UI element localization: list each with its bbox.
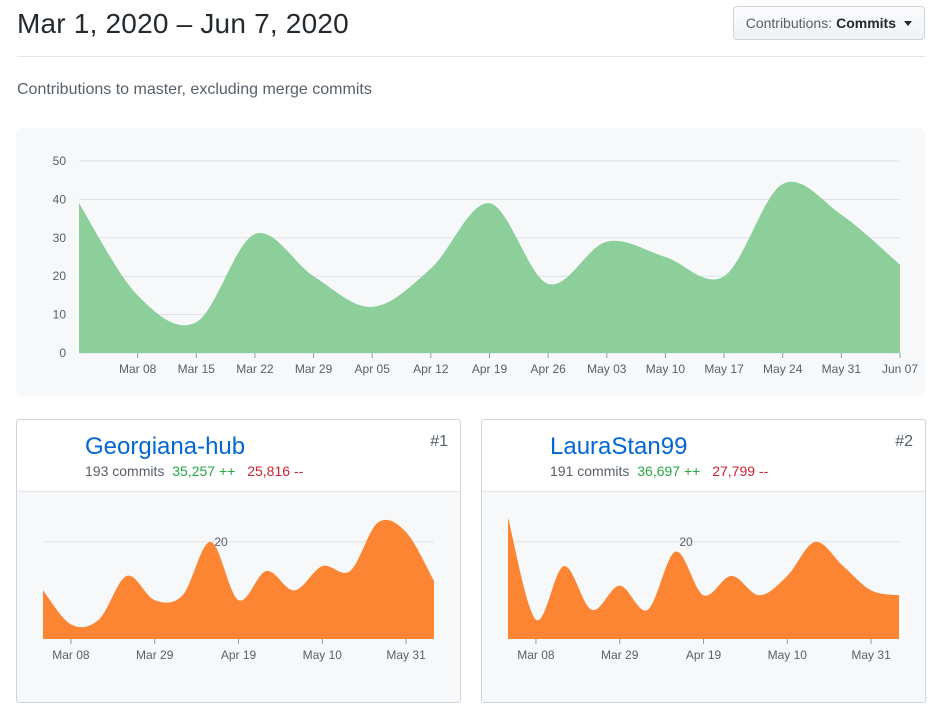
y-tick-label: 0 bbox=[59, 346, 66, 360]
contributor-stats: 191 commits 36,697 ++ 27,799 -- bbox=[550, 463, 768, 479]
contributor-card-header: LauraStan99 191 commits 36,697 ++ 27,799… bbox=[482, 420, 925, 492]
contributions-type-dropdown[interactable]: Contributions: Commits bbox=[732, 6, 925, 40]
deletions-count: 27,799 -- bbox=[712, 463, 769, 479]
x-tick-label: Apr 19 bbox=[686, 648, 722, 662]
deletions-count: 25,816 -- bbox=[247, 463, 304, 479]
identicon-avatar-icon[interactable] bbox=[492, 430, 540, 478]
contributor-card-2: LauraStan99 191 commits 36,697 ++ 27,799… bbox=[481, 419, 926, 703]
x-tick-label: Apr 05 bbox=[355, 362, 391, 376]
x-tick-label: Mar 08 bbox=[52, 648, 90, 662]
x-tick-label: Mar 29 bbox=[295, 362, 333, 376]
area-series bbox=[79, 181, 900, 353]
contributor-1-chart: 2020Mar 08 Mar 29 Apr 19 May 10 May 31 bbox=[43, 519, 434, 662]
x-tick-label: Mar 08 bbox=[517, 648, 555, 662]
y-tick-label: 30 bbox=[53, 231, 67, 245]
x-tick-label: Apr 12 bbox=[413, 362, 449, 376]
x-tick-label: May 10 bbox=[768, 648, 808, 662]
contributor-name-link[interactable]: Georgiana-hub bbox=[85, 433, 245, 461]
x-tick-label: May 31 bbox=[851, 648, 891, 662]
x-tick-label: May 31 bbox=[822, 362, 862, 376]
x-tick-label: Mar 22 bbox=[236, 362, 274, 376]
contributions-selected-value: Commits bbox=[836, 15, 896, 31]
contributor-name-link[interactable]: LauraStan99 bbox=[550, 433, 687, 461]
additions-count: 36,697 ++ bbox=[637, 463, 701, 479]
area-series bbox=[508, 517, 899, 639]
contributions-label: Contributions: bbox=[745, 15, 833, 31]
y-tick-label-overlay: 20 bbox=[679, 535, 693, 549]
contributor-2-chart: 2020Mar 08 Mar 29 Apr 19 May 10 May 31 bbox=[508, 517, 899, 662]
y-tick-label: 10 bbox=[53, 308, 67, 322]
x-tick-label: Mar 15 bbox=[178, 362, 216, 376]
caret-down-icon bbox=[904, 21, 912, 26]
page-header: Mar 1, 2020 – Jun 7, 2020 Contributions:… bbox=[17, 0, 925, 57]
commits-count: 193 commits bbox=[85, 463, 165, 479]
main-contributions-chart: 0 10 20 30 40 50 Mar 08 Mar 15 Mar 22 Mar 29 Apr 0… bbox=[16, 128, 925, 396]
y-tick-label: 20 bbox=[53, 269, 67, 283]
commits-count: 191 commits bbox=[550, 463, 630, 479]
contributor-stats: 193 commits 35,257 ++ 25,816 -- bbox=[85, 463, 303, 479]
date-range-title: Mar 1, 2020 – Jun 7, 2020 bbox=[17, 8, 349, 39]
x-tick-label: May 10 bbox=[303, 648, 343, 662]
main-chart-svg: 0 10 20 30 40 50 Mar 08 Mar 15 Mar 22 Mar 29 Apr 0… bbox=[53, 154, 919, 376]
contributor-card-header: Georgiana-hub 193 commits 35,257 ++ 25,8… bbox=[17, 420, 460, 492]
x-tick-label: May 24 bbox=[763, 362, 803, 376]
additions-count: 35,257 ++ bbox=[172, 463, 236, 479]
y-tick-label-overlay: 20 bbox=[214, 535, 228, 549]
x-tick-label: Mar 08 bbox=[119, 362, 157, 376]
x-tick-label: Mar 29 bbox=[601, 648, 639, 662]
photo-avatar-icon[interactable] bbox=[27, 430, 75, 478]
x-tick-label: Apr 19 bbox=[221, 648, 257, 662]
x-tick-label: Apr 19 bbox=[472, 362, 508, 376]
x-tick-label: May 10 bbox=[646, 362, 686, 376]
x-tick-label: Mar 29 bbox=[136, 648, 174, 662]
x-tick-label: May 03 bbox=[587, 362, 627, 376]
y-tick-label: 40 bbox=[53, 192, 67, 206]
contributor-rank: #1 bbox=[430, 433, 448, 450]
y-tick-label: 50 bbox=[53, 154, 67, 168]
x-tick-label: Jun 07 bbox=[882, 362, 918, 376]
x-tick-label: Apr 26 bbox=[530, 362, 566, 376]
contributor-rank: #2 bbox=[895, 433, 913, 450]
contributor-card-1: Georgiana-hub 193 commits 35,257 ++ 25,8… bbox=[16, 419, 461, 703]
chart-subtitle: Contributions to master, excluding merge… bbox=[17, 81, 372, 98]
x-tick-label: May 17 bbox=[704, 362, 744, 376]
x-tick-label: May 31 bbox=[386, 648, 426, 662]
area-series bbox=[43, 519, 434, 639]
